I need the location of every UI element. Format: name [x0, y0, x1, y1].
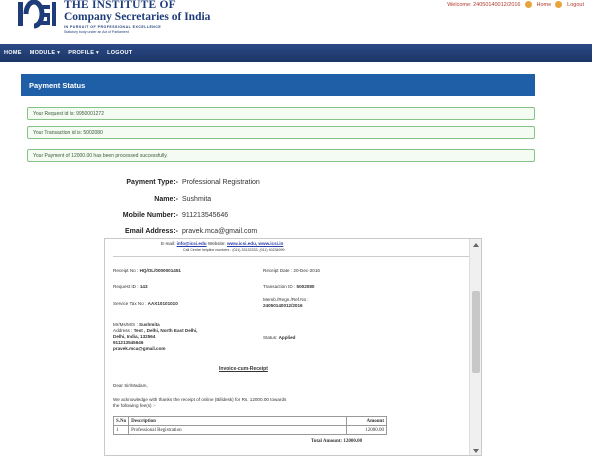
- col-sno: S.No: [112, 416, 130, 426]
- helpline-text: Call Centre helpline numbers : (011) 331…: [183, 248, 285, 252]
- address-label: Address :: [113, 328, 133, 333]
- memb-label: Memb./Regn./Ref.No :: [263, 297, 309, 302]
- payment-success-message: Your Payment of 12000.00 has been proces…: [27, 149, 535, 162]
- service-tax-label: Service Tax No :: [113, 301, 147, 306]
- email-label: Email Address:-: [124, 228, 178, 235]
- top-user-links: Welcome: 24050140012/2016 Home Logout: [447, 1, 584, 8]
- transaction-id-label: Transaction ID :: [263, 284, 296, 289]
- recipient-phone: 911213545646: [113, 340, 144, 345]
- col-amount: Amount: [346, 416, 387, 426]
- receipt-frame[interactable]: E-mail: info@icsi.edu Website: www.icsi.…: [104, 238, 482, 456]
- transaction-id-value: 5002080: [296, 284, 315, 289]
- row-sno: 1: [112, 425, 130, 435]
- payment-type-label: Payment Type:-: [126, 179, 178, 186]
- request-id-value: 143: [139, 284, 148, 289]
- request-id-label: Request ID :: [113, 284, 139, 289]
- nav-profile[interactable]: PROFILE ▾: [68, 50, 99, 56]
- mobile-row: Mobile Number:-: [0, 212, 178, 221]
- mobile-label: Mobile Number:-: [122, 212, 178, 219]
- request-id-row: Request ID : 143: [113, 284, 148, 289]
- acknowledgement-line1: We acknowledge with thanks the receipt o…: [113, 397, 287, 402]
- service-tax-value: AAX10101010: [147, 301, 178, 306]
- receipt-scrollbar[interactable]: [469, 239, 481, 455]
- main-navbar: HOME MODULE ▾ PROFILE ▾ LOGOUT: [0, 44, 592, 62]
- nav-logout[interactable]: LOGOUT: [107, 50, 132, 56]
- recipient-name-value: Sushmita: [139, 322, 160, 327]
- address-line2: Delhi, India, 132564: [113, 334, 156, 339]
- logout-link[interactable]: Logout: [567, 2, 584, 8]
- status-value: Applied: [278, 335, 296, 340]
- address-row: Address : Test , Delhi, North East Delhi…: [113, 328, 197, 333]
- site-header: THE INSTITUTE OF Company Secretaries of …: [0, 0, 592, 42]
- email-value: pravek.mca@gmail.com: [182, 228, 258, 235]
- scrollbar-thumb[interactable]: [472, 291, 480, 373]
- row-description: Professional Registration: [128, 425, 347, 435]
- salutation: Dear Sir/Madam,: [113, 383, 148, 388]
- receipt-no-label: Receipt No :: [113, 268, 139, 273]
- mobile-value: 911213545646: [182, 212, 229, 219]
- receipt-date-row: Receipt Date : 20-Dec-2016: [263, 268, 320, 273]
- receipt-content: E-mail: info@icsi.edu Website: www.icsi.…: [105, 239, 471, 455]
- fee-table: S.No Description Amount 1 Professional R…: [112, 416, 387, 435]
- receipt-date-value: 20-Dec-2016: [293, 268, 320, 273]
- address-line1: Test , Delhi, North East Delhi,: [133, 328, 198, 333]
- email-prefix: E-mail:: [161, 241, 176, 246]
- acknowledgement-line2: the following fee(s) :-: [113, 403, 156, 408]
- website-prefix: Website:: [207, 241, 226, 246]
- icsi-logo: [17, 0, 57, 30]
- receipt-email-link[interactable]: info@icsi.edu: [177, 241, 207, 246]
- org-subtagline: Statutory body under an Act of Parliamen…: [64, 30, 129, 34]
- payment-type-value: Professional Registration: [182, 179, 260, 186]
- receipt-no-value: HQ/OL/0000001451: [139, 268, 181, 273]
- table-row: 1 Professional Registration 12000.00: [112, 425, 387, 435]
- receipt-doc-title: Invoice-cum-Receipt: [219, 366, 268, 372]
- status-label: Status:: [263, 335, 278, 340]
- row-amount: 12000.00: [346, 425, 387, 435]
- receipt-contact-line: E-mail: info@icsi.edu Website: www.icsi.…: [161, 241, 283, 246]
- welcome-text: Welcome: 24050140012/2016: [447, 1, 521, 8]
- transaction-id-row: Transaction ID : 5002080: [263, 284, 314, 289]
- scroll-up-arrow-icon[interactable]: [473, 243, 479, 247]
- scroll-down-arrow-icon[interactable]: [473, 449, 479, 453]
- receipt-no-row: Receipt No : HQ/OL/0000001451: [113, 268, 181, 273]
- recipient-name-row: Mr/Ms/M/S : Sushmita: [113, 322, 160, 327]
- total-amount: Total Amount: 12000.00: [311, 439, 363, 444]
- org-tagline: IN PURSUIT OF PROFESSIONAL EXCELLENCE: [64, 25, 162, 29]
- col-description: Description: [128, 416, 347, 426]
- organization-name: THE INSTITUTE OF Company Secretaries of …: [64, 0, 210, 24]
- org-name-line1: THE INSTITUTE OF: [64, 0, 176, 11]
- home-link[interactable]: Home: [537, 2, 552, 8]
- org-name-line2: Company Secretaries of India: [64, 11, 211, 23]
- nav-home[interactable]: HOME: [4, 50, 22, 56]
- receipt-date-label: Receipt Date :: [263, 268, 293, 273]
- recipient-email: pravek.mca@gmail.com: [113, 346, 166, 351]
- fee-table-header: S.No Description Amount: [112, 416, 387, 426]
- logout-icon[interactable]: [555, 1, 563, 8]
- status-row: Status: Applied: [263, 335, 295, 340]
- transaction-id-message: Your Transaction id is: 5002080: [27, 126, 535, 139]
- payment-type-row: Payment Type:-: [0, 179, 178, 188]
- service-tax-row: Service Tax No : AAX10101010: [113, 301, 178, 306]
- memb-value: 24050140012/2016: [263, 303, 303, 308]
- name-row: Name:-: [0, 196, 178, 205]
- email-row: Email Address:-: [0, 228, 178, 237]
- name-value: Sushmita: [182, 196, 212, 203]
- receipt-divider: [113, 256, 469, 257]
- panel-title: Payment Status: [21, 74, 535, 96]
- receipt-website-link[interactable]: www.icsi.edu, www.icsi.in: [227, 241, 283, 246]
- recipient-name-label: Mr/Ms/M/S :: [113, 322, 138, 327]
- request-id-message: Your Request id is: 9950001272: [27, 107, 535, 120]
- nav-module[interactable]: MODULE ▾: [30, 50, 61, 56]
- name-label: Name:-: [154, 196, 178, 203]
- home-icon[interactable]: [524, 1, 532, 8]
